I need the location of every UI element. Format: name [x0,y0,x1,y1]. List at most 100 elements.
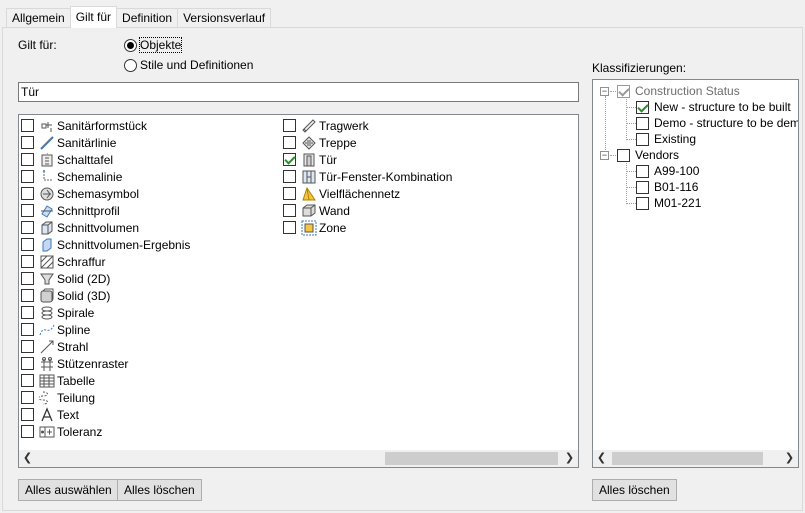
checkbox[interactable] [21,391,34,404]
checkbox[interactable] [21,187,34,200]
list-item[interactable]: Tabelle [21,372,190,389]
polyface-mesh-icon [301,186,317,202]
radio-objects[interactable]: Objekte [124,37,183,53]
list-item[interactable]: Tür-Fenster-Kombination [283,168,452,185]
checkbox[interactable] [21,357,34,370]
checkbox-construction-status[interactable] [617,84,630,98]
tree-item-b01-116[interactable]: B01-116 [636,179,698,195]
list-item[interactable]: Solid (2D) [21,270,190,287]
checkbox[interactable] [283,204,296,217]
scroll-track[interactable] [610,450,781,467]
checkbox[interactable] [21,153,34,166]
object-type-list[interactable]: Sanitärformstück Sanitärlinie Schalttafel S… [18,114,579,468]
checkbox[interactable] [283,136,296,149]
list-item[interactable]: Schnittprofil [21,202,190,219]
list-item[interactable]: Spirale [21,304,190,321]
list-item[interactable]: Vielflächennetz [283,185,452,202]
clear-all-button[interactable]: Alles löschen [117,479,202,501]
select-all-button[interactable]: Alles auswählen [18,479,119,501]
tab-definition[interactable]: Definition [116,8,179,28]
checkbox[interactable] [21,323,34,336]
checkbox[interactable] [21,340,34,353]
checkbox[interactable] [21,272,34,285]
checkbox-a99-100[interactable] [636,164,649,178]
radio-styles[interactable]: Stile und Definitionen [124,58,253,72]
checkbox[interactable] [21,289,34,302]
list-item-label: Sanitärformstück [57,118,148,133]
tab-gilt-fuer[interactable]: Gilt für [69,6,118,28]
clear-all-classifications-button[interactable]: Alles löschen [592,479,677,501]
tree-item-a99-100[interactable]: A99-100 [636,163,699,179]
list-item[interactable]: Strahl [21,338,190,355]
checkbox[interactable] [21,119,34,132]
checkbox[interactable] [283,187,296,200]
scroll-track[interactable] [36,450,561,467]
tree-horizontal-scrollbar[interactable]: ❮ ❯ [593,450,798,467]
classification-tree[interactable]: − Construction Status New - structure to… [592,79,799,468]
checkbox[interactable] [21,374,34,387]
list-item[interactable]: Text [21,406,190,423]
tree-item-demo[interactable]: Demo - structure to be demoli [636,115,798,131]
tree-item-m01-221[interactable]: M01-221 [636,195,701,211]
checkbox[interactable] [283,153,296,166]
tree-item-new[interactable]: New - structure to be built [636,99,791,115]
radio-objects-indicator[interactable] [124,38,137,52]
checkbox[interactable] [21,170,34,183]
scroll-thumb[interactable] [385,452,558,465]
checkbox[interactable] [21,306,34,319]
checkbox[interactable] [283,119,296,132]
tab-versionsverlauf[interactable]: Versionsverlauf [177,8,272,28]
checkbox[interactable] [21,221,34,234]
list-item[interactable]: Stützenraster [21,355,190,372]
tree-group-construction-status[interactable]: − Construction Status [600,83,740,99]
radio-styles-indicator[interactable] [124,58,137,72]
list-item[interactable]: Sanitärlinie [21,134,190,151]
scroll-thumb[interactable] [612,452,763,465]
tree-item-existing[interactable]: Existing [636,131,696,147]
list-item[interactable]: Schraffur [21,253,190,270]
checkbox[interactable] [283,170,296,183]
list-item[interactable]: Schemalinie [21,168,190,185]
checkbox[interactable] [21,425,34,438]
tree-group-vendors[interactable]: − Vendors [600,147,679,163]
checkbox-vendors[interactable] [617,148,630,162]
list-item[interactable]: Sanitärformstück [21,117,190,134]
checkbox[interactable] [21,408,34,421]
helix-icon [39,305,55,321]
list-item[interactable]: Spline [21,321,190,338]
list-item[interactable]: Treppe [283,134,452,151]
filter-input[interactable] [18,82,579,102]
radio-styles-label[interactable]: Stile und Definitionen [140,58,253,72]
checkbox[interactable] [21,204,34,217]
tab-allgemein[interactable]: Allgemein [6,8,71,28]
list-item[interactable]: Teilung [21,389,190,406]
list-horizontal-scrollbar[interactable]: ❮ ❯ [19,450,578,467]
checkbox-demo[interactable] [636,116,649,130]
checkbox-existing[interactable] [636,132,649,146]
checkbox[interactable] [21,238,34,251]
list-item-label: Schnittvolumen [57,220,140,235]
checkbox-b01-116[interactable] [636,180,649,194]
collapse-icon[interactable]: − [600,150,609,160]
list-item[interactable]: Tür [283,151,452,168]
list-item[interactable]: Toleranz [21,423,190,440]
list-item[interactable]: Schnittvolumen-Ergebnis [21,236,190,253]
list-item[interactable]: Zone [283,219,452,236]
list-item[interactable]: Schemasymbol [21,185,190,202]
collapse-icon[interactable]: − [600,86,609,96]
list-item[interactable]: Schnittvolumen [21,219,190,236]
list-item[interactable]: Schalttafel [21,151,190,168]
checkbox[interactable] [21,255,34,268]
checkbox[interactable] [21,136,34,149]
scroll-right-icon[interactable]: ❯ [561,450,578,467]
list-item[interactable]: Solid (3D) [21,287,190,304]
checkbox-new[interactable] [636,100,649,114]
checkbox-m01-221[interactable] [636,196,649,210]
scroll-right-icon[interactable]: ❯ [781,450,798,467]
checkbox[interactable] [283,221,296,234]
scroll-left-icon[interactable]: ❮ [593,450,610,467]
list-item[interactable]: Wand [283,202,452,219]
radio-objects-label[interactable]: Objekte [138,37,183,53]
scroll-left-icon[interactable]: ❮ [19,450,36,467]
list-item[interactable]: Tragwerk [283,117,452,134]
